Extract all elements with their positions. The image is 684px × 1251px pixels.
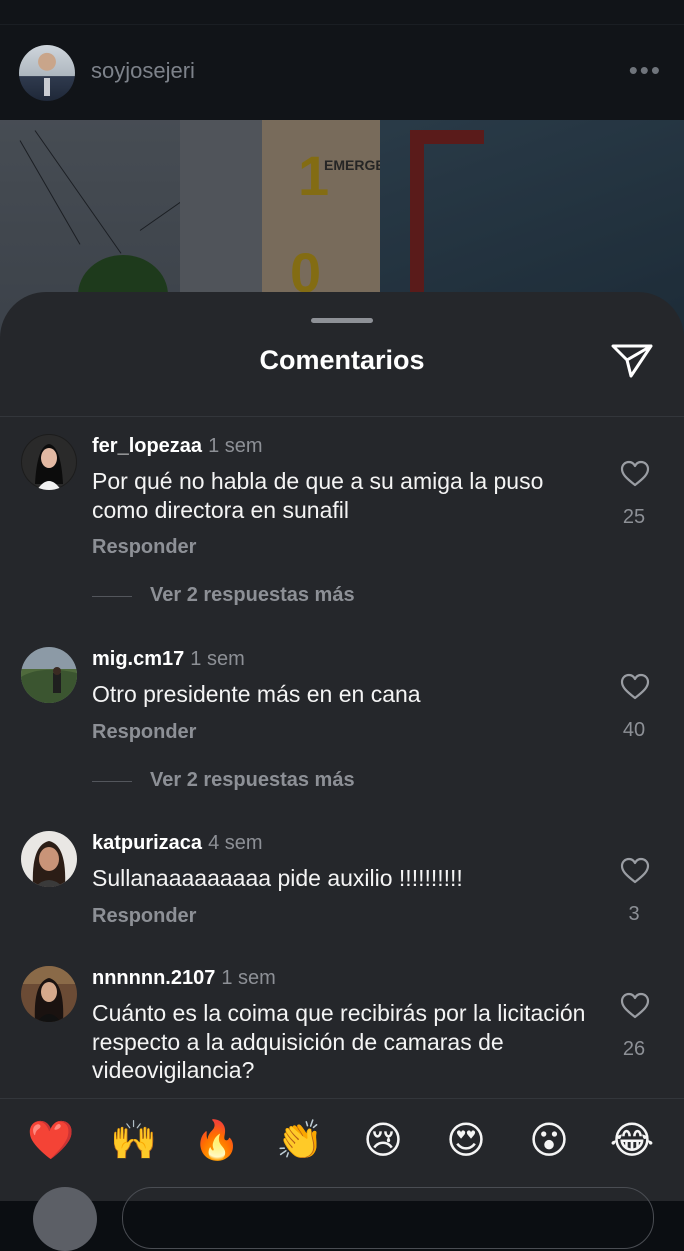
- replies-line: [92, 781, 132, 782]
- emoji-heart-button[interactable]: ❤️: [26, 1119, 76, 1163]
- comment-username[interactable]: nnnnnn.2107: [92, 967, 215, 989]
- view-replies-label: Ver 2 respuestas más: [150, 584, 355, 606]
- comment-username[interactable]: katpurizaca: [92, 832, 202, 854]
- reply-button[interactable]: Responder: [92, 905, 196, 928]
- heart-icon[interactable]: [620, 992, 650, 1020]
- comment-text: Por qué no habla de que a su amiga la pu…: [92, 468, 544, 523]
- emoji-reaction-bar: ❤️ 🙌 🔥 👏 😢 😍 😮 😂: [0, 1098, 684, 1251]
- emoji-surprised-button[interactable]: 😮: [524, 1119, 574, 1163]
- comment-header: mig.cm17 1 sem: [92, 647, 245, 671]
- heart-icon[interactable]: [620, 857, 650, 885]
- comment-time: 4 sem: [208, 832, 263, 854]
- avatar[interactable]: [21, 966, 77, 1022]
- more-horizontal-icon[interactable]: •••: [629, 57, 662, 83]
- comment-time: 1 sem: [208, 435, 263, 457]
- emoji-fire-button[interactable]: 🔥: [192, 1119, 242, 1163]
- sheet-title: Comentarios: [259, 345, 425, 375]
- comment-input[interactable]: [122, 1187, 654, 1249]
- avatar[interactable]: [21, 831, 77, 887]
- heart-icon[interactable]: [620, 460, 650, 488]
- reply-button[interactable]: Responder: [92, 721, 196, 744]
- heart-icon[interactable]: [620, 673, 650, 701]
- comment-time: 1 sem: [221, 967, 276, 989]
- comments-sheet: Comentarios fer_lopezaa 1 sem Por qué no …: [0, 292, 684, 1200]
- avatar[interactable]: [21, 647, 77, 703]
- like-count: 26: [622, 1038, 646, 1060]
- comment-header: katpurizaca 4 sem: [92, 831, 263, 855]
- comment-text: Sullanaaaaaaaaa pide auxilio !!!!!!!!!!: [92, 865, 463, 891]
- send-icon[interactable]: [609, 340, 655, 380]
- emoji-crying-button[interactable]: 😢: [358, 1119, 408, 1163]
- comment-username[interactable]: fer_lopezaa: [92, 435, 202, 457]
- status-divider: [0, 24, 684, 25]
- post-header: soyjosejeri •••: [0, 0, 684, 120]
- comment-header: nnnnnn.2107 1 sem: [92, 966, 276, 990]
- emoji-clapping-button[interactable]: 👏: [275, 1119, 325, 1163]
- reply-button[interactable]: Responder: [92, 536, 196, 559]
- comment-text: Otro presidente más en en cana: [92, 681, 421, 707]
- like-count: 40: [622, 719, 646, 741]
- emoji-raised-hands-button[interactable]: 🙌: [109, 1119, 159, 1163]
- post-username[interactable]: soyjosejeri: [91, 58, 195, 84]
- emoji-laughing-button[interactable]: 😂: [607, 1119, 657, 1163]
- comment-username[interactable]: mig.cm17: [92, 648, 184, 670]
- comment-text: Cuánto es la coima que recibirás por la …: [92, 1000, 586, 1083]
- replies-line: [92, 596, 132, 597]
- current-user-avatar: [33, 1187, 97, 1251]
- like-count: 25: [622, 506, 646, 528]
- avatar[interactable]: [21, 434, 77, 490]
- view-replies-label: Ver 2 respuestas más: [150, 769, 355, 791]
- header-divider: [0, 416, 684, 417]
- comment-header: fer_lopezaa 1 sem: [92, 434, 263, 458]
- post-author-avatar[interactable]: [19, 45, 75, 101]
- emoji-heart-eyes-button[interactable]: 😍: [441, 1119, 491, 1163]
- like-count: 3: [628, 903, 640, 925]
- drag-handle[interactable]: [311, 318, 373, 323]
- comment-time: 1 sem: [190, 648, 245, 670]
